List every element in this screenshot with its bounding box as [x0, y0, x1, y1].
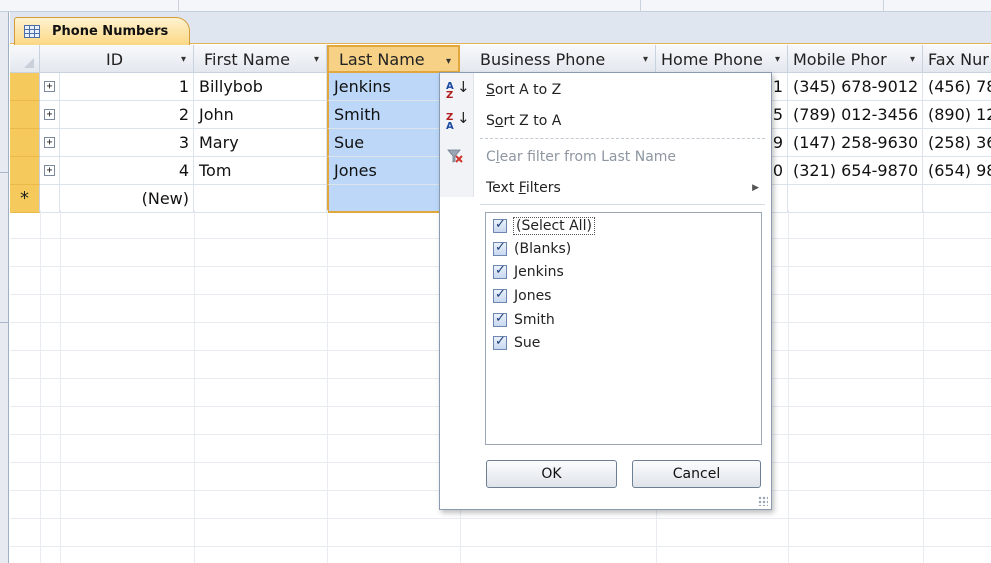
cell-id-new[interactable]: (New) — [60, 185, 194, 213]
checkbox-checked-icon[interactable] — [493, 334, 507, 350]
checkbox-checked-icon[interactable] — [493, 217, 507, 233]
expand-subdatasheet — [40, 185, 60, 213]
row-selector[interactable] — [10, 129, 40, 157]
cell-fax[interactable]: (258) 36 — [923, 129, 991, 157]
cell-mobile-phone[interactable]: (345) 678-9012 — [788, 73, 923, 101]
ok-button[interactable]: OK — [486, 460, 617, 488]
filter-option-select-all[interactable]: (Select All) — [493, 215, 595, 237]
chevron-down-icon[interactable]: ▾ — [446, 56, 451, 67]
filter-option-blanks[interactable]: (Blanks) — [493, 238, 571, 260]
checkbox-checked-icon[interactable] — [493, 240, 507, 256]
cell-first-name[interactable]: John — [194, 101, 327, 129]
column-header-last-name[interactable]: Last Name ▾ — [327, 45, 460, 73]
filter-dropdown-menu: A Z ↓ Sort A to Z Z A ↓ Sort Z to A Clea… — [439, 72, 772, 510]
strip-divider — [178, 0, 179, 12]
cell-fax[interactable]: (890) 12 — [923, 101, 991, 129]
ribbon-bottom-strip — [0, 0, 991, 12]
menu-item-text-filters[interactable]: Text Filters ▶ — [440, 173, 771, 203]
column-header-row: ID ▾ First Name ▾ Last Name ▾ Business P… — [10, 45, 991, 73]
expand-subdatasheet[interactable]: + — [40, 101, 60, 129]
clear-filter-icon — [446, 147, 468, 167]
chevron-down-icon[interactable]: ▾ — [910, 54, 915, 65]
tab-phone-numbers[interactable]: Phone Numbers — [14, 17, 190, 45]
cell-id[interactable]: 4 — [60, 157, 194, 185]
chevron-down-icon[interactable]: ▾ — [775, 54, 780, 65]
filter-option-jones[interactable]: Jones — [493, 285, 551, 307]
filter-option-jenkins[interactable]: Jenkins — [493, 261, 564, 283]
row-selector[interactable] — [10, 101, 40, 129]
checkbox-checked-icon[interactable] — [493, 263, 507, 279]
new-record-marker[interactable]: * — [10, 185, 40, 213]
plus-icon: + — [44, 81, 55, 92]
filter-option-sue[interactable]: Sue — [493, 332, 540, 354]
column-header-first-name[interactable]: First Name ▾ — [194, 45, 327, 73]
column-header-fax[interactable]: Fax Nur — [923, 45, 991, 73]
cell-mobile-phone[interactable]: (147) 258-9630 — [788, 129, 923, 157]
cell-id[interactable]: 3 — [60, 129, 194, 157]
column-header-home-phone[interactable]: Home Phone ▾ — [656, 45, 788, 73]
column-header-id[interactable]: ID ▾ — [40, 45, 194, 73]
expand-subdatasheet[interactable]: + — [40, 129, 60, 157]
sort-descending-icon: Z A ↓ — [446, 109, 470, 132]
strip-divider — [640, 0, 641, 12]
strip-divider — [883, 0, 884, 12]
expand-subdatasheet[interactable]: + — [40, 73, 60, 101]
filter-values-list[interactable]: (Select All) (Blanks) Jenkins Jones Smit… — [485, 212, 762, 445]
row-selector[interactable] — [10, 73, 40, 101]
expand-subdatasheet[interactable]: + — [40, 157, 60, 185]
chevron-down-icon[interactable]: ▾ — [643, 54, 648, 65]
cell-first-name[interactable]: Tom — [194, 157, 327, 185]
cell-fax[interactable]: (654) 98 — [923, 157, 991, 185]
menu-item-sort-z-to-a[interactable]: Z A ↓ Sort Z to A — [440, 106, 771, 136]
cell-id[interactable]: 1 — [60, 73, 194, 101]
row-selector[interactable] — [10, 157, 40, 185]
sort-ascending-icon: A Z ↓ — [446, 78, 470, 101]
plus-icon: + — [44, 137, 55, 148]
resize-grip-icon[interactable] — [758, 496, 768, 506]
column-header-business-phone[interactable]: Business Phone ▾ — [460, 45, 656, 73]
cell-mobile-phone[interactable]: (789) 012-3456 — [788, 101, 923, 129]
cell-id[interactable]: 2 — [60, 101, 194, 129]
checkbox-checked-icon[interactable] — [493, 287, 507, 303]
menu-separator — [480, 138, 765, 139]
cell-first-name[interactable]: Billybob — [194, 73, 327, 101]
menu-item-clear-filter: Clear filter from Last Name — [440, 142, 771, 172]
navigation-pane-edge[interactable] — [0, 12, 9, 563]
document-tab-bar: Phone Numbers — [10, 12, 991, 45]
select-all-corner[interactable] — [10, 45, 40, 73]
cell-fax[interactable]: (456) 78 — [923, 73, 991, 101]
cell-fax[interactable] — [923, 185, 991, 213]
plus-icon: + — [44, 109, 55, 120]
cell-mobile-phone[interactable]: (321) 654-9870 — [788, 157, 923, 185]
tab-label: Phone Numbers — [52, 24, 169, 39]
filter-option-smith[interactable]: Smith — [493, 309, 555, 331]
chevron-down-icon[interactable]: ▾ — [181, 54, 186, 65]
menu-separator — [480, 204, 765, 205]
plus-icon: + — [44, 165, 55, 176]
cell-first-name[interactable] — [194, 185, 327, 213]
chevron-down-icon[interactable]: ▾ — [314, 54, 319, 65]
cell-mobile-phone[interactable] — [788, 185, 923, 213]
table-icon — [24, 25, 40, 38]
checkbox-checked-icon[interactable] — [493, 311, 507, 327]
submenu-arrow-icon: ▶ — [752, 183, 759, 193]
cell-first-name[interactable]: Mary — [194, 129, 327, 157]
cancel-button[interactable]: Cancel — [632, 460, 761, 488]
column-header-mobile-phone[interactable]: Mobile Phor ▾ — [788, 45, 923, 73]
menu-item-sort-a-to-z[interactable]: A Z ↓ Sort A to Z — [440, 75, 771, 105]
